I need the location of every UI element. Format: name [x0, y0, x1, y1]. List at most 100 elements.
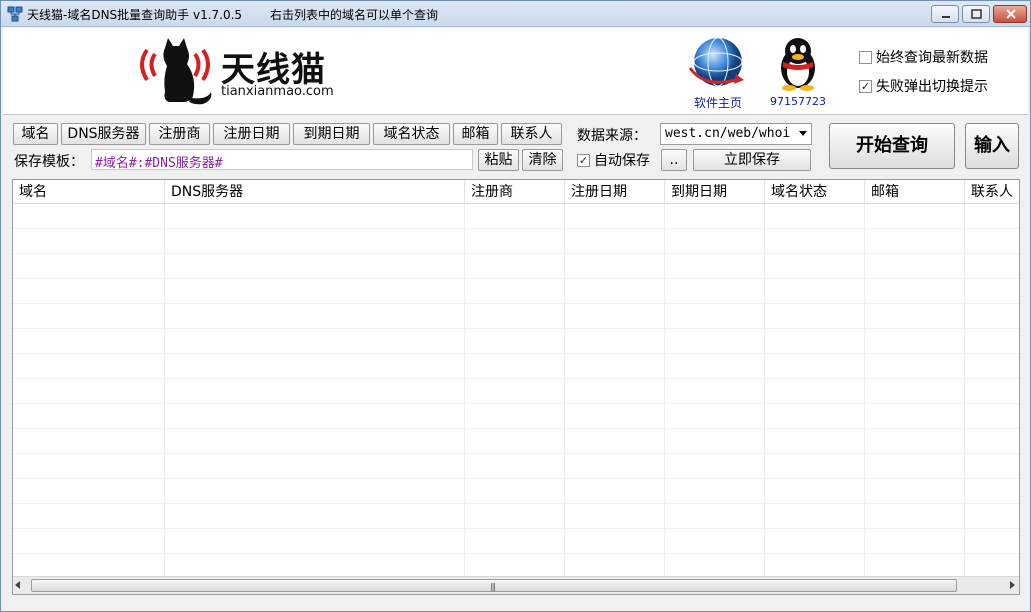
- table-cell[interactable]: [765, 479, 865, 503]
- table-row[interactable]: [13, 279, 1019, 304]
- table-cell[interactable]: [165, 429, 465, 453]
- table-cell[interactable]: [465, 454, 565, 478]
- table-cell[interactable]: [565, 554, 665, 578]
- table-cell[interactable]: [765, 404, 865, 428]
- table-cell[interactable]: [465, 254, 565, 278]
- table-cell[interactable]: [765, 279, 865, 303]
- table-cell[interactable]: [765, 429, 865, 453]
- autosave-checkbox[interactable]: ✓ 自动保存: [577, 150, 650, 170]
- table-cell[interactable]: [565, 229, 665, 253]
- table-cell[interactable]: [965, 279, 1019, 303]
- scrollbar-thumb[interactable]: |||: [31, 579, 957, 592]
- table-cell[interactable]: [465, 204, 565, 228]
- table-cell[interactable]: [765, 329, 865, 353]
- table-cell[interactable]: [965, 254, 1019, 278]
- table-cell[interactable]: [13, 504, 165, 528]
- table-cell[interactable]: [665, 254, 765, 278]
- column-header-dns[interactable]: DNS服务器: [165, 180, 465, 204]
- table-cell[interactable]: [965, 554, 1019, 578]
- table-cell[interactable]: [865, 304, 965, 328]
- table-cell[interactable]: [165, 279, 465, 303]
- clear-button[interactable]: 清除: [522, 149, 563, 171]
- home-label[interactable]: 软件主页: [678, 94, 758, 111]
- table-cell[interactable]: [865, 404, 965, 428]
- table-cell[interactable]: [765, 354, 865, 378]
- table-row[interactable]: [13, 429, 1019, 454]
- table-cell[interactable]: [665, 379, 765, 403]
- save-now-button[interactable]: 立即保存: [693, 149, 811, 171]
- table-cell[interactable]: [965, 404, 1019, 428]
- table-cell[interactable]: [965, 229, 1019, 253]
- table-row[interactable]: [13, 404, 1019, 429]
- table-cell[interactable]: [665, 554, 765, 578]
- table-cell[interactable]: [465, 229, 565, 253]
- column-header-domain[interactable]: 域名: [13, 180, 165, 204]
- table-cell[interactable]: [865, 229, 965, 253]
- table-cell[interactable]: [565, 329, 665, 353]
- table-row[interactable]: [13, 479, 1019, 504]
- logo[interactable]: 天线猫 tianxianmao.com: [133, 34, 343, 108]
- table-cell[interactable]: [765, 554, 865, 578]
- table-cell[interactable]: [865, 329, 965, 353]
- table-row[interactable]: [13, 329, 1019, 354]
- field-button-exp-date[interactable]: 到期日期: [293, 123, 370, 145]
- table-cell[interactable]: [165, 404, 465, 428]
- table-row[interactable]: [13, 229, 1019, 254]
- table-cell[interactable]: [165, 329, 465, 353]
- table-row[interactable]: [13, 504, 1019, 529]
- field-button-registrar[interactable]: 注册商: [149, 123, 210, 145]
- table-cell[interactable]: [565, 529, 665, 553]
- table-cell[interactable]: [165, 229, 465, 253]
- checkbox-box[interactable]: [859, 50, 872, 64]
- field-button-contact[interactable]: 联系人: [501, 123, 562, 145]
- table-cell[interactable]: [465, 379, 565, 403]
- table-cell[interactable]: [565, 404, 665, 428]
- table-cell[interactable]: [765, 204, 865, 228]
- column-header-status[interactable]: 域名状态: [765, 180, 865, 204]
- table-cell[interactable]: [565, 304, 665, 328]
- table-cell[interactable]: [165, 554, 465, 578]
- table-cell[interactable]: [565, 504, 665, 528]
- table-cell[interactable]: [565, 279, 665, 303]
- table-cell[interactable]: [465, 329, 565, 353]
- table-cell[interactable]: [165, 204, 465, 228]
- table-row[interactable]: [13, 254, 1019, 279]
- table-cell[interactable]: [465, 354, 565, 378]
- column-header-registrar[interactable]: 注册商: [465, 180, 565, 204]
- table-cell[interactable]: [13, 454, 165, 478]
- table-cell[interactable]: [765, 254, 865, 278]
- table-cell[interactable]: [565, 379, 665, 403]
- table-cell[interactable]: [965, 429, 1019, 453]
- column-header-exp-date[interactable]: 到期日期: [665, 180, 765, 204]
- scroll-right-icon[interactable]: [1010, 581, 1015, 589]
- table-row[interactable]: [13, 454, 1019, 479]
- table-cell[interactable]: [465, 304, 565, 328]
- table-cell[interactable]: [13, 354, 165, 378]
- table-cell[interactable]: [165, 379, 465, 403]
- home-link[interactable]: 软件主页: [678, 34, 758, 114]
- table-cell[interactable]: [665, 329, 765, 353]
- table-cell[interactable]: [765, 454, 865, 478]
- table-cell[interactable]: [565, 204, 665, 228]
- table-cell[interactable]: [165, 354, 465, 378]
- table-cell[interactable]: [13, 229, 165, 253]
- table-cell[interactable]: [465, 429, 565, 453]
- table-cell[interactable]: [165, 479, 465, 503]
- table-cell[interactable]: [665, 354, 765, 378]
- table-cell[interactable]: [165, 254, 465, 278]
- table-cell[interactable]: [13, 429, 165, 453]
- table-cell[interactable]: [865, 354, 965, 378]
- table-cell[interactable]: [665, 429, 765, 453]
- table-cell[interactable]: [13, 554, 165, 578]
- table-cell[interactable]: [865, 504, 965, 528]
- title-bar[interactable]: 天线猫-域名DNS批量查询助手 v1.7.0.5 右击列表中的域名可以单个查询: [1, 1, 1030, 27]
- table-cell[interactable]: [165, 529, 465, 553]
- table-cell[interactable]: [665, 304, 765, 328]
- table-cell[interactable]: [165, 304, 465, 328]
- table-cell[interactable]: [13, 479, 165, 503]
- column-header-reg-date[interactable]: 注册日期: [565, 180, 665, 204]
- result-table[interactable]: 域名 DNS服务器 注册商 注册日期 到期日期 域名状态 邮箱 联系人 |||: [12, 179, 1020, 595]
- table-cell[interactable]: [465, 529, 565, 553]
- table-cell[interactable]: [865, 479, 965, 503]
- table-cell[interactable]: [965, 379, 1019, 403]
